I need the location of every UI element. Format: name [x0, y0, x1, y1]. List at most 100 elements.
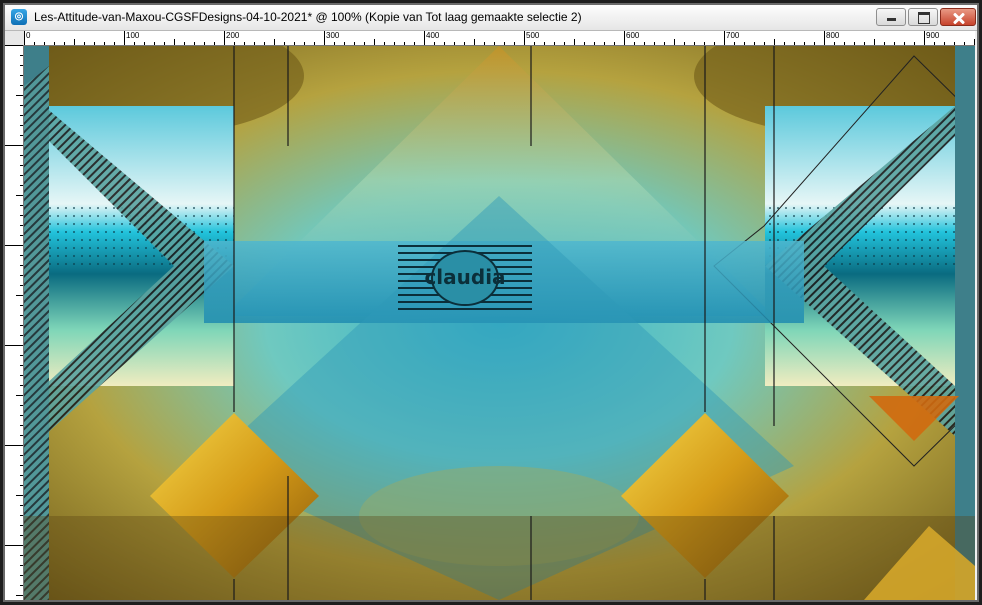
ruler-tick: [324, 31, 325, 45]
close-button[interactable]: [940, 8, 976, 26]
ruler-tick: [694, 42, 695, 45]
ruler-tick: [20, 265, 23, 266]
ruler-tick: [64, 42, 65, 45]
ruler-tick: [584, 42, 585, 45]
ruler-tick: [364, 42, 365, 45]
ruler-tick: [484, 42, 485, 45]
ruler-tick: [644, 42, 645, 45]
ruler-tick: [904, 42, 905, 45]
ruler-tick: [754, 42, 755, 45]
ruler-tick: [574, 39, 575, 45]
ruler-tick: [94, 42, 95, 45]
ruler-corner: [5, 31, 25, 46]
ruler-tick: [20, 175, 23, 176]
ruler-tick: [20, 305, 23, 306]
ruler-tick: [16, 295, 23, 296]
ruler-tick: [20, 575, 23, 576]
ruler-tick: [20, 255, 23, 256]
ruler-tick: [844, 42, 845, 45]
ruler-tick: [16, 95, 23, 96]
ruler-tick: [524, 31, 525, 45]
ruler-tick: [974, 39, 975, 45]
ruler-tick: [104, 42, 105, 45]
ruler-tick: [454, 42, 455, 45]
ruler-tick: [20, 125, 23, 126]
ruler-tick: [244, 42, 245, 45]
ruler-tick: [20, 425, 23, 426]
ruler-tick: [344, 42, 345, 45]
ruler-tick: [504, 42, 505, 45]
ruler-tick: [5, 445, 23, 446]
ruler-tick: [854, 42, 855, 45]
ruler-tick: [934, 42, 935, 45]
ruler-tick: [20, 65, 23, 66]
ruler-tick: [54, 42, 55, 45]
ruler-tick: [394, 42, 395, 45]
ruler-tick: [544, 42, 545, 45]
ruler-tick: [20, 555, 23, 556]
ruler-tick: [20, 135, 23, 136]
ruler-tick: [304, 42, 305, 45]
vertical-ruler[interactable]: [5, 45, 24, 600]
bottom-band: [24, 516, 975, 600]
ruler-tick: [284, 42, 285, 45]
ruler-tick: [5, 145, 23, 146]
ruler-tick: [704, 42, 705, 45]
paintshop-pro-icon[interactable]: ◎: [11, 9, 27, 25]
ruler-tick: [654, 42, 655, 45]
ruler-tick: [20, 435, 23, 436]
ruler-tick: [20, 185, 23, 186]
ruler-tick: [20, 275, 23, 276]
ruler-tick: [20, 225, 23, 226]
ruler-tick: [724, 31, 725, 45]
ruler-tick: [20, 405, 23, 406]
ruler-tick: [20, 85, 23, 86]
ruler-tick: [424, 31, 425, 45]
ruler-tick: [134, 42, 135, 45]
ruler-tick: [634, 42, 635, 45]
ruler-tick: [804, 42, 805, 45]
horizontal-ruler[interactable]: 0 100 200 300 400 500 600 700 800 900: [24, 31, 975, 46]
ruler-tick: [594, 42, 595, 45]
minimize-button[interactable]: [876, 8, 906, 26]
ruler-tick: [924, 31, 925, 45]
ruler-tick: [5, 245, 23, 246]
ruler-tick: [20, 235, 23, 236]
image-canvas[interactable]: claudia: [24, 46, 975, 600]
ruler-tick: [20, 115, 23, 116]
ruler-tick: [794, 42, 795, 45]
ruler-tick: [404, 42, 405, 45]
ruler-tick: [914, 42, 915, 45]
title-bar[interactable]: ◎ Les-Attitude-van-Maxou-CGSFDesigns-04-…: [5, 5, 977, 31]
maximize-button[interactable]: [908, 8, 938, 26]
ruler-tick: [16, 395, 23, 396]
ruler-tick: [214, 42, 215, 45]
ruler-tick: [494, 42, 495, 45]
ruler-label: 800: [826, 31, 840, 40]
watermark-text: claudia: [424, 265, 505, 289]
ruler-tick: [20, 385, 23, 386]
ruler-tick: [164, 42, 165, 45]
ruler-tick: [374, 39, 375, 45]
ruler-label: 700: [726, 31, 740, 40]
ruler-tick: [34, 42, 35, 45]
ruler-tick: [944, 42, 945, 45]
ruler-tick: [20, 515, 23, 516]
ruler-tick: [20, 525, 23, 526]
ruler-tick: [154, 42, 155, 45]
ruler-tick: [274, 39, 275, 45]
ruler-tick: [354, 42, 355, 45]
ruler-tick: [204, 42, 205, 45]
ruler-tick: [314, 42, 315, 45]
ruler-tick: [20, 505, 23, 506]
ruler-label: 0: [26, 31, 31, 40]
ruler-tick: [114, 42, 115, 45]
ruler-tick: [16, 195, 23, 196]
ruler-tick: [20, 365, 23, 366]
ruler-tick: [24, 31, 25, 45]
ruler-tick: [16, 595, 23, 596]
ruler-tick: [564, 42, 565, 45]
ruler-tick: [20, 325, 23, 326]
ruler-tick: [714, 42, 715, 45]
ruler-tick: [20, 55, 23, 56]
